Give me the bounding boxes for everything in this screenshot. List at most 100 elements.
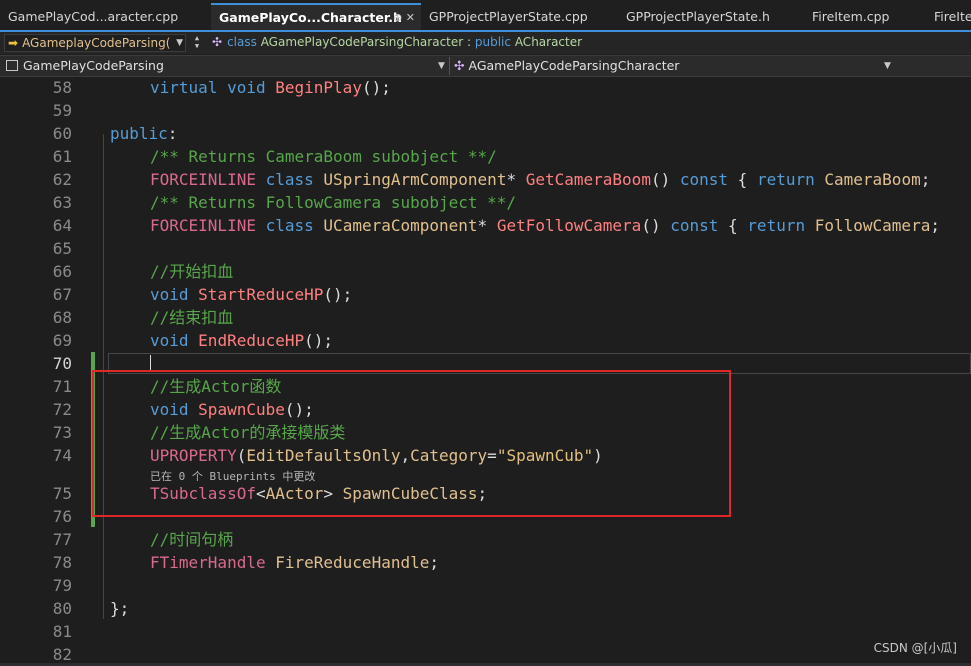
line-number: 62 xyxy=(52,170,72,189)
code-token: SpawnCubeClass xyxy=(342,484,478,503)
navigation-bar: ➡ AGameplayCodeParsing( ▼ ▲ ▼ ✣ class AGam… xyxy=(0,32,971,54)
code-text: //结束扣血 xyxy=(150,306,233,329)
code-token: * xyxy=(477,216,497,235)
code-token: /** Returns CameraBoom subobject **/ xyxy=(150,147,497,166)
scope-bar: GamePlayCodeParsing ▼ ✣ AGamePlayCodePars… xyxy=(0,55,971,77)
code-token: (); xyxy=(304,331,334,350)
tab-label: GamePlayCod...aracter.cpp xyxy=(8,9,179,24)
code-token: virtual xyxy=(150,78,218,97)
line-number: 75 xyxy=(52,484,72,503)
code-token: EditDefaultsOnly xyxy=(246,446,401,465)
code-token: //生成Actor函数 xyxy=(150,377,282,396)
line-number: 59 xyxy=(52,101,72,120)
tab-fireitem-cpp[interactable]: FireItem.cpp xyxy=(804,4,926,30)
code-token: ; xyxy=(930,216,940,235)
class-selector-dropdown[interactable]: ➡ AGameplayCodeParsing( ▼ xyxy=(4,34,186,52)
chevron-down-icon: ▼ xyxy=(438,61,445,71)
tab-gpprojectplayerstate-h[interactable]: GPProjectPlayerState.h xyxy=(618,4,804,30)
tab-label: GPProjectPlayerState.cpp xyxy=(429,9,588,24)
code-text: /** Returns CameraBoom subobject **/ xyxy=(150,145,497,168)
code-token: EndReduceHP xyxy=(198,331,305,350)
code-line[interactable]: 67 void StartReduceHP(); xyxy=(0,283,971,306)
project-scope-dropdown[interactable]: GamePlayCodeParsing ▼ xyxy=(0,57,447,75)
code-token: { xyxy=(718,216,748,235)
line-number: 78 xyxy=(52,553,72,572)
line-number: 79 xyxy=(52,576,72,595)
line-number: 72 xyxy=(52,400,72,419)
tab-pin-close-icons[interactable]: ⊕ ✕ xyxy=(393,5,415,31)
code-token: ) xyxy=(593,446,603,465)
tab-gameplaycodeparsing-h[interactable]: GamePlayCo...Character.h ⊕ ✕ xyxy=(211,3,421,31)
chevron-down-icon[interactable]: ▼ xyxy=(188,42,206,50)
up-down-spinner[interactable]: ▲ ▼ xyxy=(188,34,206,52)
code-token: class xyxy=(265,216,314,235)
project-icon xyxy=(6,60,18,71)
tab-gpprojectplayerstate-cpp[interactable]: GPProjectPlayerState.cpp xyxy=(421,4,617,30)
tab-gameplaycodeparsing-cpp[interactable]: GamePlayCod...aracter.cpp xyxy=(0,4,210,30)
code-line[interactable]: 65 xyxy=(0,237,971,260)
code-line[interactable]: 63 /** Returns FollowCamera subobject **/ xyxy=(0,191,971,214)
code-line[interactable]: 70 xyxy=(0,352,971,375)
code-token: = xyxy=(487,446,497,465)
document-tab-strip: GamePlayCod...aracter.cpp GamePlayCo...C… xyxy=(0,0,971,31)
code-token: < xyxy=(255,484,266,503)
code-line[interactable]: 61 /** Returns CameraBoom subobject **/ xyxy=(0,145,971,168)
code-token: : xyxy=(167,124,178,143)
code-text: FTimerHandle FireReduceHandle; xyxy=(150,551,439,574)
code-line[interactable]: 66 //开始扣血 xyxy=(0,260,971,283)
class-icon: ✣ xyxy=(454,58,465,73)
class-selector-value: AGameplayCodeParsing( xyxy=(22,36,171,50)
code-line[interactable]: 76 xyxy=(0,505,971,528)
watermark: CSDN @[小瓜] xyxy=(873,641,957,655)
line-number: 77 xyxy=(52,530,72,549)
declaration-name: AGamePlayCodeParsingCharacter xyxy=(260,35,464,49)
code-line[interactable]: 69 void EndReduceHP(); xyxy=(0,329,971,352)
chevron-up-icon[interactable]: ▲ xyxy=(188,34,206,42)
code-line[interactable]: 77 //时间句柄 xyxy=(0,528,971,551)
code-token: return xyxy=(747,216,806,235)
code-text: UPROPERTY(EditDefaultsOnly,Category="Spa… xyxy=(150,444,603,467)
code-token: UCameraComponent xyxy=(323,216,478,235)
code-token: ; xyxy=(429,553,439,572)
code-editor[interactable]: 已在 0 个 Blueprints 中更改 58 virtual void Beg… xyxy=(0,77,971,666)
code-token: void xyxy=(227,78,266,97)
code-token: const xyxy=(670,216,719,235)
pin-icon[interactable]: ⊕ xyxy=(393,11,402,24)
code-text: /** Returns FollowCamera subobject **/ xyxy=(150,191,516,214)
code-line[interactable]: 62 FORCEINLINE class USpringArmComponent*… xyxy=(0,168,971,191)
divider xyxy=(449,57,450,75)
code-line[interactable]: 75 TSubclassOf<AActor> SpawnCubeClass; xyxy=(0,482,971,505)
code-line[interactable]: 64 FORCEINLINE class UCameraComponent* Ge… xyxy=(0,214,971,237)
code-line[interactable]: 59 xyxy=(0,99,971,122)
code-line[interactable]: 68 //结束扣血 xyxy=(0,306,971,329)
code-line[interactable]: 78 FTimerHandle FireReduceHandle; xyxy=(0,551,971,574)
code-token: (); xyxy=(323,285,353,304)
code-line[interactable]: 58 virtual void BeginPlay(); xyxy=(0,77,971,99)
close-icon[interactable]: ✕ xyxy=(406,11,415,24)
member-scope-dropdown[interactable]: ✣ AGamePlayCodeParsingCharacter ▼ xyxy=(452,57,899,75)
code-token: CameraBoom xyxy=(824,170,921,189)
code-line[interactable]: 80}; xyxy=(0,597,971,620)
project-scope-value: GamePlayCodeParsing xyxy=(23,58,164,73)
code-line[interactable]: 81 xyxy=(0,620,971,643)
base-class-name: ACharacter xyxy=(514,35,583,49)
code-line[interactable]: 71 //生成Actor函数 xyxy=(0,375,971,398)
code-token: ; xyxy=(920,170,931,189)
code-token: void xyxy=(150,400,189,419)
code-line[interactable]: 79 xyxy=(0,574,971,597)
code-token: FTimerHandle xyxy=(150,553,266,572)
tab-fireitem-h[interactable]: FireIte xyxy=(926,4,971,30)
code-line[interactable]: 73 //生成Actor的承接模版类 xyxy=(0,421,971,444)
code-line[interactable]: 74 UPROPERTY(EditDefaultsOnly,Category="S… xyxy=(0,444,971,467)
declaration-path[interactable]: ✣ class AGamePlayCodeParsingCharacter : p… xyxy=(212,34,582,52)
code-line[interactable]: 72 void SpawnCube(); xyxy=(0,398,971,421)
code-token: () xyxy=(641,216,671,235)
line-number: 81 xyxy=(52,622,72,641)
code-line[interactable]: 60 public: xyxy=(0,122,971,145)
code-token: /** Returns FollowCamera subobject **/ xyxy=(150,193,517,212)
